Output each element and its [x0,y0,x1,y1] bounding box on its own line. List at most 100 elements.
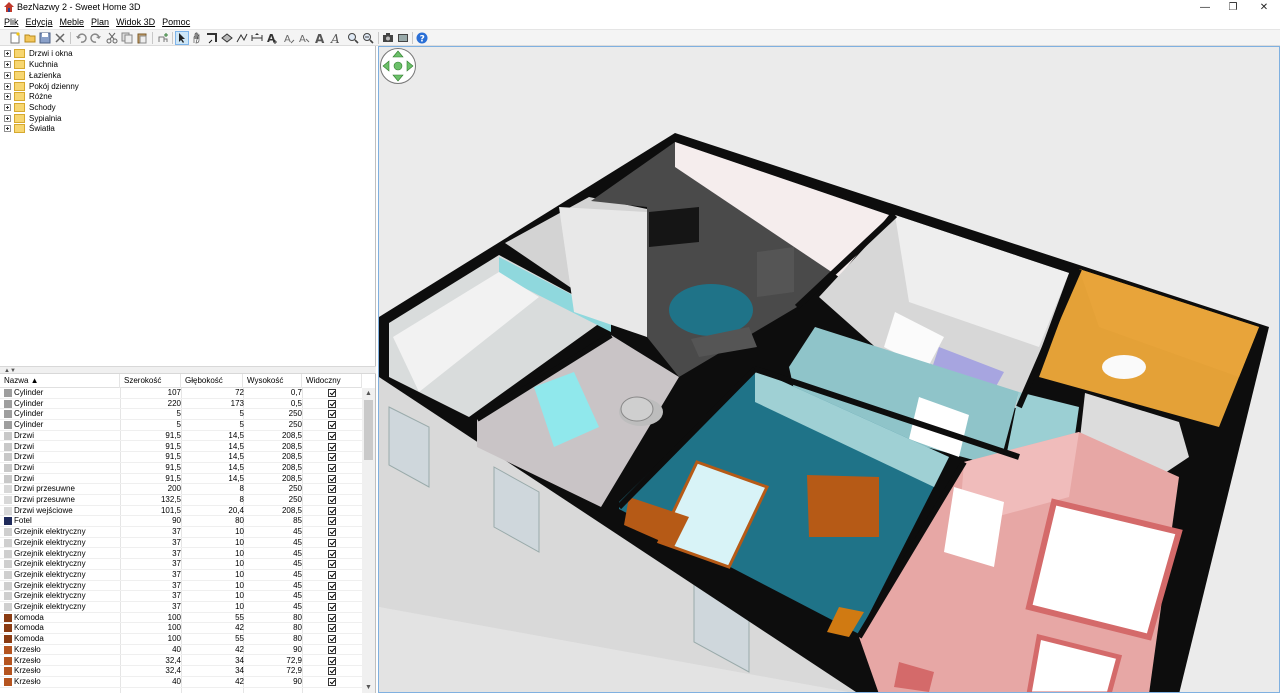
text-style-a1-icon[interactable]: A [283,32,295,44]
visible-checkbox[interactable] [328,570,336,579]
visible-checkbox[interactable] [328,560,336,569]
navigation-arrows-icon[interactable] [379,47,417,85]
visible-checkbox[interactable] [328,613,336,622]
table-row[interactable]: Fotel 90 80 85 [0,516,362,528]
table-row[interactable]: Drzwi 91,5 14,5 208,5 [0,431,362,442]
help-icon[interactable]: ? [416,32,428,44]
column-header-height[interactable]: Wysokość [243,374,302,388]
table-row[interactable]: Cylinder 5 5 250 [0,409,362,421]
cut-preferences-icon[interactable] [54,32,66,44]
scroll-down-icon[interactable]: ▼ [362,682,375,693]
visible-checkbox[interactable] [328,410,336,419]
menu-pomoc[interactable]: Pomoc [162,15,190,29]
expand-icon[interactable] [4,93,11,100]
select-arrow-icon[interactable] [175,31,189,45]
table-row[interactable]: Krzesło 32,4 34 72,9 [0,656,362,667]
visible-checkbox[interactable] [328,635,336,644]
add-furniture-icon[interactable] [157,32,169,44]
table-row[interactable]: Krzesło 32,4 34 72,9 [0,666,362,677]
visible-checkbox[interactable] [328,549,336,558]
undo-icon[interactable] [75,32,87,44]
column-header-name[interactable]: Nazwa ▲ [0,374,120,388]
text-style-a2-icon[interactable]: A [298,32,310,44]
visible-checkbox[interactable] [328,485,336,494]
create-walls-icon[interactable] [206,32,218,44]
table-row[interactable]: Grzejnik elektryczny 37 10 45 [0,581,362,592]
table-row[interactable]: Komoda 100 55 80 [0,613,362,624]
visible-checkbox[interactable] [328,624,336,633]
open-folder-icon[interactable] [24,32,36,44]
panel-splitter[interactable]: ▲▼ [0,366,376,374]
visible-checkbox[interactable] [328,421,336,430]
visible-checkbox[interactable] [328,506,336,515]
scrollbar-thumb[interactable] [364,400,373,460]
table-row[interactable]: Krzesło 40 42 90 [0,645,362,656]
menu-plan[interactable]: Plan [91,15,109,29]
text-style-a3-icon[interactable]: A [314,32,326,44]
visible-checkbox[interactable] [328,656,336,665]
expand-icon[interactable] [4,104,11,111]
expand-icon[interactable] [4,61,11,68]
add-text-icon[interactable]: A [266,32,278,44]
visible-checkbox[interactable] [328,517,336,526]
visible-checkbox[interactable] [328,431,336,440]
catalog-category-kuchnia[interactable]: Kuchnia [4,59,58,70]
table-row[interactable]: Drzwi 91,5 14,5 208,5 [0,463,362,474]
table-row[interactable]: Grzejnik elektryczny 37 10 45 [0,570,362,581]
visible-checkbox[interactable] [328,528,336,537]
menu-meble[interactable]: Meble [60,15,85,29]
3d-view[interactable] [378,46,1280,693]
create-photo-icon[interactable] [382,32,394,44]
table-row[interactable]: Grzejnik elektryczny 37 10 45 [0,591,362,602]
expand-icon[interactable] [4,50,11,57]
table-row[interactable]: Cylinder 220 173 0,5 [0,399,362,410]
text-style-a4-icon[interactable]: A [330,32,342,44]
visible-checkbox[interactable] [328,442,336,451]
catalog-category-drzwi-i-okna[interactable]: Drzwi i okna [4,48,73,59]
visible-checkbox[interactable] [328,677,336,686]
copy-icon[interactable] [121,32,133,44]
create-dimensions-icon[interactable] [251,32,263,44]
3d-house-render[interactable] [379,47,1280,693]
catalog-category-rozne[interactable]: Różne [4,91,52,102]
save-icon[interactable] [39,32,51,44]
column-header-visible[interactable]: Widoczny [302,374,362,388]
visible-checkbox[interactable] [328,453,336,462]
table-row[interactable]: Drzwi 91,5 14,5 208,5 [0,452,362,463]
expand-icon[interactable] [4,72,11,79]
menu-edycja[interactable]: Edycja [26,15,53,29]
restore-button[interactable]: ❐ [1218,0,1248,15]
visible-checkbox[interactable] [328,667,336,676]
table-row[interactable]: Komoda 100 55 80 [0,634,362,645]
column-header-width[interactable]: Szerokość [120,374,181,388]
zoom-in-icon[interactable] [347,32,359,44]
table-row[interactable]: Komoda 100 42 80 [0,623,362,635]
visible-checkbox[interactable] [328,474,336,483]
visible-checkbox[interactable] [328,538,336,547]
table-row[interactable]: Drzwi 91,5 14,5 208,5 [0,474,362,485]
table-row[interactable]: Grzejnik elektryczny 37 10 45 [0,559,362,570]
catalog-category-lazienka[interactable]: Łazienka [4,70,61,81]
column-header-depth[interactable]: Głębokość [181,374,243,388]
expand-icon[interactable] [4,115,11,122]
paste-icon[interactable] [136,32,148,44]
table-row[interactable]: Krzesło 40 42 90 [0,677,362,688]
cut-icon[interactable] [106,32,118,44]
pan-hand-icon[interactable] [191,32,203,44]
create-polylines-icon[interactable] [236,32,248,44]
visible-checkbox[interactable] [328,463,336,472]
table-row[interactable]: Drzwi 91,5 14,5 208,5 [0,442,362,453]
catalog-category-schody[interactable]: Schody [4,102,56,113]
create-rooms-icon[interactable] [221,32,233,44]
table-row[interactable]: Drzwi wejściowe 101,5 20,4 208,5 [0,506,362,517]
visible-checkbox[interactable] [328,581,336,590]
catalog-category-swiatla[interactable]: Światła [4,123,55,134]
table-row[interactable]: Cylinder 107 72 0,7 [0,388,362,399]
visible-checkbox[interactable] [328,389,336,397]
create-video-icon[interactable] [397,32,409,44]
visible-checkbox[interactable] [328,603,336,611]
new-file-icon[interactable] [9,32,21,44]
menu-widok-3d[interactable]: Widok 3D [116,15,155,29]
table-row[interactable]: Drzwi przesuwne 200 8 250 [0,484,362,495]
visible-checkbox[interactable] [328,592,336,601]
